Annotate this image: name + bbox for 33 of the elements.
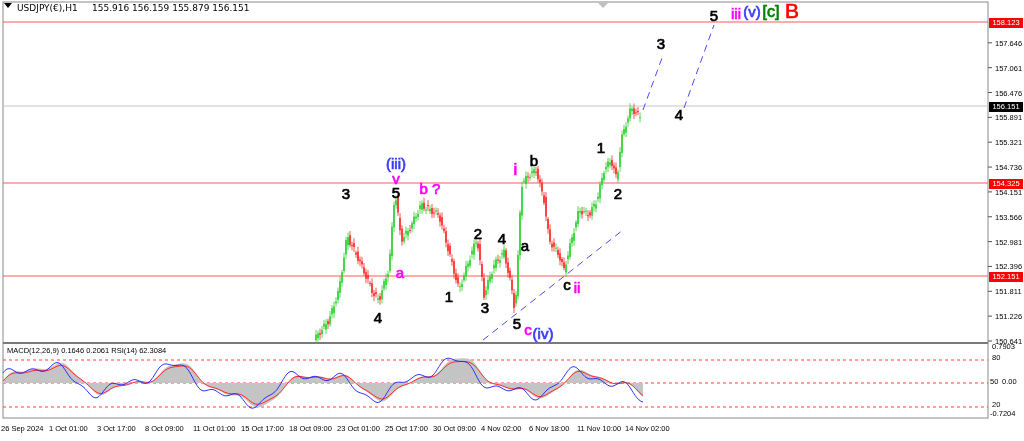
wave-label: (iii) <box>386 155 406 172</box>
wave-label: B <box>785 0 799 22</box>
wave-label: 5 <box>391 184 401 201</box>
shift-marker-icon[interactable] <box>598 3 608 8</box>
wave-label: 1 <box>444 288 454 305</box>
wave-label: ii <box>573 279 581 296</box>
wave-label: 4 <box>674 106 684 123</box>
wave-label: iii <box>731 5 741 22</box>
wave-label: a <box>520 237 530 254</box>
wave-label: 1 <box>596 139 606 156</box>
wave-label: c <box>563 276 571 293</box>
wave-label: 5 <box>512 315 522 332</box>
wave-label: 2 <box>613 185 623 202</box>
wave-label: (iv) <box>532 325 554 342</box>
wave-label: 5 <box>709 7 719 24</box>
wave-label: 3 <box>341 185 351 202</box>
wave-label: v <box>392 170 400 187</box>
wave-label: b ? <box>419 180 441 197</box>
dropdown-icon[interactable] <box>4 3 12 8</box>
ohlc-quotes: 155.916 156.159 155.879 156.151 <box>92 3 250 13</box>
chart-symbol: USDJPY(€),H1 <box>17 3 78 13</box>
wave-label: 4 <box>497 230 507 247</box>
wave-label: 4 <box>373 309 383 326</box>
wave-label: b <box>529 152 539 169</box>
wave-label: [c] <box>762 3 780 20</box>
wave-label: 3 <box>480 299 490 316</box>
wave-label: (v) <box>743 3 761 20</box>
projection-line <box>642 57 663 111</box>
wave-label: 2 <box>473 225 483 242</box>
wave-label: i <box>513 160 518 179</box>
wave-label: 3 <box>656 35 666 52</box>
wave-label: a <box>395 264 405 281</box>
wave-label: c <box>524 321 532 338</box>
